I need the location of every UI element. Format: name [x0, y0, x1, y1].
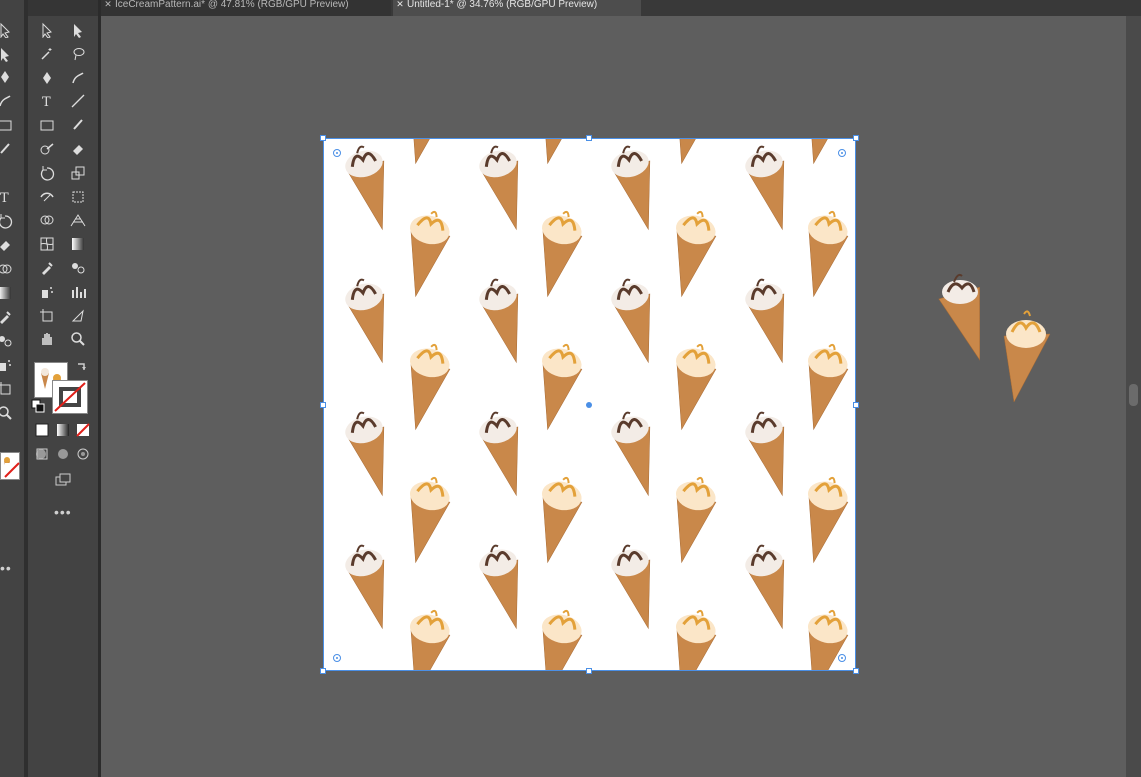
direct-selection-icon[interactable]	[67, 19, 89, 41]
no-stroke-icon	[54, 382, 86, 412]
draw-behind-icon[interactable]	[55, 446, 71, 462]
eraser-icon[interactable]	[67, 138, 89, 160]
perspective-grid-icon[interactable]	[67, 209, 89, 231]
draw-normal-icon[interactable]	[34, 446, 50, 462]
default-fill-stroke-icon[interactable]	[30, 398, 46, 414]
pencil-icon[interactable]	[0, 162, 16, 184]
eyedropper-icon[interactable]	[0, 306, 16, 328]
loose-ice-cream-cones[interactable]	[934, 270, 1064, 410]
chocolate-cone[interactable]	[938, 273, 990, 365]
free-transform-icon[interactable]	[67, 186, 89, 208]
type-icon[interactable]: T	[0, 186, 16, 208]
scroll-thumb[interactable]	[1129, 384, 1138, 406]
live-corner-widget[interactable]	[333, 654, 341, 662]
pen-icon[interactable]	[0, 66, 16, 88]
paintbrush-icon[interactable]	[0, 138, 16, 160]
draw-inside-icon[interactable]	[75, 446, 91, 462]
resize-handle-left[interactable]	[320, 402, 326, 408]
selection-icon[interactable]	[0, 19, 16, 41]
lasso-icon[interactable]	[67, 43, 89, 65]
scale-icon[interactable]	[67, 162, 89, 184]
gradient-icon[interactable]	[0, 282, 16, 304]
more-icon[interactable]: •••	[54, 504, 72, 520]
magic-wand-icon[interactable]	[36, 43, 58, 65]
blend-icon[interactable]	[0, 330, 16, 352]
more-icon[interactable]: ••	[0, 560, 12, 576]
resize-handle-top[interactable]	[586, 135, 592, 141]
mesh-icon[interactable]	[36, 233, 58, 255]
shaper-icon[interactable]	[36, 138, 58, 160]
rectangle-icon[interactable]	[36, 114, 58, 136]
pen-icon[interactable]	[36, 67, 58, 89]
swap-fill-stroke-icon[interactable]	[74, 360, 90, 376]
blend-icon[interactable]	[67, 257, 89, 279]
tools-panel-header[interactable]	[28, 0, 100, 16]
tab-label: IceCreamPattern.ai* @ 47.81% (RGB/GPU Pr…	[115, 0, 349, 10]
paintbrush-icon[interactable]	[67, 114, 89, 136]
close-icon[interactable]: ✕	[393, 0, 407, 9]
resize-handle-top-left[interactable]	[320, 135, 326, 141]
eraser-icon[interactable]	[0, 234, 16, 256]
shape-builder-icon[interactable]	[36, 209, 58, 231]
close-icon[interactable]: ✕	[101, 0, 115, 9]
direct-selection-icon[interactable]	[0, 43, 16, 65]
gradient-icon[interactable]	[67, 233, 89, 255]
curvature-icon[interactable]	[0, 90, 16, 112]
none-swatch-icon[interactable]	[75, 422, 91, 438]
eyedropper-icon[interactable]	[36, 257, 58, 279]
resize-handle-right[interactable]	[853, 402, 859, 408]
svg-text:T: T	[0, 191, 9, 205]
selection-icon[interactable]	[36, 19, 58, 41]
curvature-icon[interactable]	[67, 67, 89, 89]
svg-text:T: T	[42, 95, 51, 109]
tab-label: Untitled-1* @ 34.76% (RGB/GPU Preview)	[407, 0, 598, 10]
width-icon[interactable]	[36, 186, 58, 208]
artboard-icon[interactable]	[0, 378, 16, 400]
center-point	[586, 402, 592, 408]
rotate-icon[interactable]	[36, 162, 58, 184]
live-corner-widget[interactable]	[333, 149, 341, 157]
screen-mode-icon[interactable]	[52, 470, 74, 490]
stroke-swatch[interactable]	[52, 380, 88, 414]
symbol-sprayer-icon[interactable]	[0, 354, 16, 376]
color-icon[interactable]	[34, 422, 50, 438]
rectangle-icon[interactable]	[0, 114, 16, 136]
resize-handle-bottom[interactable]	[586, 668, 592, 674]
shape-builder-icon[interactable]	[0, 258, 16, 280]
hand-icon[interactable]	[36, 328, 58, 350]
tab-untitled-1[interactable]: ✕ Untitled-1* @ 34.76% (RGB/GPU Preview)	[393, 0, 641, 16]
tab-icecreampattern[interactable]: ✕ IceCreamPattern.ai* @ 47.81% (RGB/GPU P…	[101, 0, 391, 16]
zoom-icon[interactable]	[67, 328, 89, 350]
resize-handle-bottom-right[interactable]	[853, 668, 859, 674]
artboard-icon[interactable]	[36, 305, 58, 327]
gradient-swatch-icon[interactable]	[55, 422, 71, 438]
no-stroke-icon[interactable]	[4, 462, 20, 478]
line-segment-icon[interactable]	[67, 90, 89, 112]
slice-icon[interactable]	[67, 305, 89, 327]
symbol-sprayer-icon[interactable]	[36, 281, 58, 303]
caramel-cone[interactable]	[1003, 310, 1051, 403]
resize-handle-bottom-left[interactable]	[320, 668, 326, 674]
column-graph-icon[interactable]	[67, 281, 89, 303]
rotate-icon[interactable]	[0, 210, 16, 232]
resize-handle-top-right[interactable]	[853, 135, 859, 141]
live-corner-widget[interactable]	[838, 149, 846, 157]
live-corner-widget[interactable]	[838, 654, 846, 662]
zoom-icon[interactable]	[0, 402, 16, 424]
type-icon[interactable]: T	[36, 90, 58, 112]
